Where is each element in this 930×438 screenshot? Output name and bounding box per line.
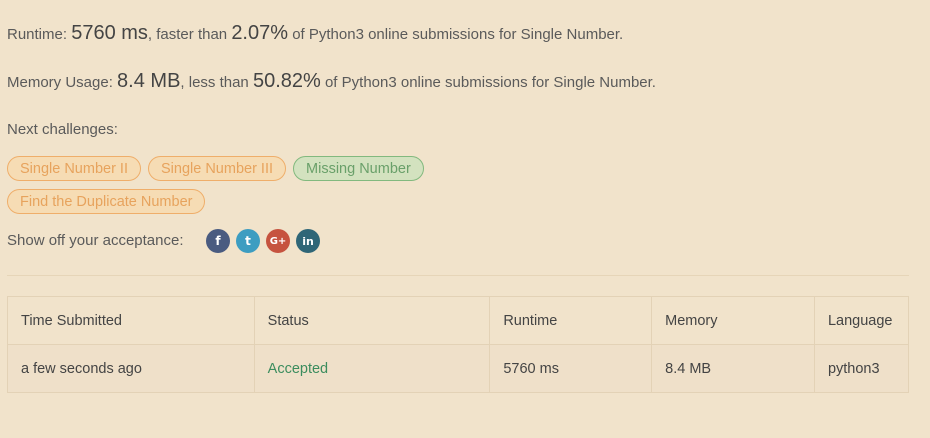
memory-summary: Memory Usage: 8.4 MB, less than 50.82% o… <box>7 70 656 93</box>
share-label: Show off your acceptance: <box>7 232 184 249</box>
column-header-status: Status <box>253 296 491 345</box>
runtime-label: Runtime: <box>7 26 72 43</box>
challenge-tag-find-the-duplicate-number[interactable]: Find the Duplicate Number <box>7 189 206 214</box>
linkedin-icon[interactable]: in <box>296 229 320 253</box>
runtime-value: 5760 ms <box>71 22 148 44</box>
challenge-tag-single-number-ii[interactable]: Single Number II <box>7 156 141 181</box>
status-accepted-link[interactable]: Accepted <box>268 361 328 377</box>
memory-percentile: 50.82% <box>252 70 321 92</box>
next-challenges-list: Single Number II Single Number III Missing… <box>7 156 487 222</box>
memory-mid-text: , less than <box>180 74 253 91</box>
runtime-suffix: of Python3 online submissions for Single… <box>288 26 624 43</box>
column-header-time-submitted: Time Submitted <box>7 296 255 345</box>
cell-runtime: 5760 ms <box>489 344 653 393</box>
table-row: a few seconds ago Accepted 5760 ms 8.4 M… <box>7 344 910 393</box>
cell-time-submitted: a few seconds ago <box>7 344 255 393</box>
memory-suffix: of Python3 online submissions for Single… <box>320 74 656 91</box>
divider <box>7 275 909 276</box>
next-challenges-label: Next challenges: <box>7 121 118 138</box>
runtime-summary: Runtime: 5760 ms, faster than 2.07% of P… <box>7 22 623 45</box>
table-header-row: Time Submitted Status Runtime Memory Lan… <box>7 296 910 345</box>
runtime-mid-text: , faster than <box>147 26 232 43</box>
column-header-runtime: Runtime <box>489 296 653 345</box>
memory-label: Memory Usage: <box>7 74 118 91</box>
cell-language: python3 <box>813 344 910 393</box>
column-header-memory: Memory <box>651 296 815 345</box>
challenge-tag-single-number-iii[interactable]: Single Number III <box>148 156 287 181</box>
google-plus-icon[interactable]: G+ <box>266 229 290 253</box>
memory-value: 8.4 MB <box>117 70 181 92</box>
cell-memory: 8.4 MB <box>651 344 815 393</box>
column-header-language: Language <box>813 296 910 345</box>
twitter-icon[interactable]: t <box>236 229 260 253</box>
facebook-icon[interactable]: f <box>206 229 230 253</box>
cell-status: Accepted <box>253 344 491 393</box>
challenge-tag-missing-number[interactable]: Missing Number <box>293 156 424 181</box>
submissions-table: Time Submitted Status Runtime Memory Lan… <box>7 296 910 393</box>
social-share-buttons: f t G+ in <box>206 229 320 253</box>
runtime-percentile: 2.07% <box>231 22 289 44</box>
